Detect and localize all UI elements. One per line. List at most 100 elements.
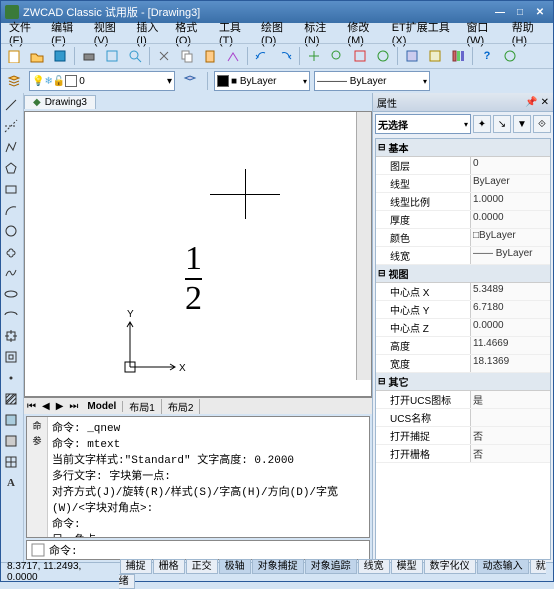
zoom-rt-icon[interactable] (326, 45, 348, 67)
prop-category[interactable]: 基本 (376, 139, 550, 157)
toolbar-1: ? (1, 43, 553, 68)
statusbar: 8.3717, 11.2493, 0.0000 捕捉栅格正交极轴对象捕捉对象追踪… (1, 562, 553, 581)
drawing-canvas[interactable]: 1 2 X Y (24, 111, 372, 397)
layer-combo[interactable]: 💡 ❄ 🔓 0 ▾ (29, 71, 175, 91)
line-icon[interactable] (1, 95, 21, 115)
tab-layout2[interactable]: 布局2 (162, 399, 201, 414)
menubar: 文件(F)编辑(E)视图(V)插入(I)格式(O)工具(T)绘图(D)标注(N)… (1, 23, 553, 43)
layout-tabs: ⏮ ◀ ▶ ⏭ Model 布局1 布局2 (24, 397, 372, 414)
status-toggle[interactable]: 极轴 (219, 559, 251, 574)
print-preview-icon[interactable] (101, 45, 123, 67)
undo-icon[interactable] (251, 45, 273, 67)
mtext-icon[interactable]: A (1, 473, 21, 493)
status-toggle[interactable]: 对象追踪 (305, 559, 357, 574)
tab-layout1[interactable]: 布局1 (123, 399, 162, 414)
arc-icon[interactable] (1, 200, 21, 220)
redo-icon[interactable] (274, 45, 296, 67)
refresh-icon[interactable] (499, 45, 521, 67)
ellipse-icon[interactable] (1, 284, 21, 304)
ucs-icon: X Y (115, 302, 195, 385)
pan-icon[interactable] (303, 45, 325, 67)
status-toggle[interactable]: 栅格 (153, 559, 185, 574)
find-icon[interactable] (124, 45, 146, 67)
draw-toolbar: A (1, 93, 24, 562)
prop-row[interactable]: 中心点 X5.3489 (376, 283, 550, 301)
circle-icon[interactable] (1, 221, 21, 241)
status-toggle[interactable]: 正交 (186, 559, 218, 574)
properties-title: 属性 (377, 95, 397, 110)
prop-category[interactable]: 视图 (376, 265, 550, 283)
status-toggle[interactable]: 对象捕捉 (252, 559, 304, 574)
help-icon[interactable]: ? (476, 45, 498, 67)
scrollbar-v[interactable] (356, 112, 371, 380)
hatch-icon[interactable] (1, 389, 21, 409)
toggle-val-icon[interactable]: ⟐ (533, 115, 551, 133)
prop-row[interactable]: 打开捕捉否 (376, 427, 550, 445)
doc-tab[interactable]: ◆ Drawing3 (24, 95, 96, 109)
pick-add-icon[interactable]: ▼ (513, 115, 531, 133)
prop-row[interactable]: 打开栅格否 (376, 445, 550, 463)
tool-pal-icon[interactable] (447, 45, 469, 67)
new-icon[interactable] (3, 45, 25, 67)
pin-icon[interactable]: 📌 ✕ (525, 97, 549, 108)
point-icon[interactable] (1, 368, 21, 388)
polygon-icon[interactable] (1, 158, 21, 178)
tab-last-icon[interactable]: ⏭ (66, 401, 81, 412)
save-icon[interactable] (49, 45, 71, 67)
tab-prev-icon[interactable]: ◀ (39, 401, 53, 412)
spline-icon[interactable] (1, 263, 21, 283)
property-grid[interactable]: 基本图层0线型ByLayer线型比例1.0000厚度0.0000颜色□ByLay… (375, 138, 551, 560)
tab-next-icon[interactable]: ▶ (53, 401, 67, 412)
print-icon[interactable] (78, 45, 100, 67)
linetype-combo[interactable]: ——— ByLayer▾ (314, 71, 430, 91)
select-objects-icon[interactable]: ↘ (493, 115, 511, 133)
zoom-prev-icon[interactable] (372, 45, 394, 67)
ellipse-arc-icon[interactable] (1, 305, 21, 325)
prop-row[interactable]: 颜色□ByLayer (376, 229, 550, 247)
prop-row[interactable]: 线宽—— ByLayer (376, 247, 550, 265)
prop-row[interactable]: 图层0 (376, 157, 550, 175)
quick-select-icon[interactable]: ✦ (473, 115, 491, 133)
prop-row[interactable]: 厚度0.0000 (376, 211, 550, 229)
open-icon[interactable] (26, 45, 48, 67)
prop-category[interactable]: 其它 (376, 373, 550, 391)
prop-row[interactable]: 高度11.4669 (376, 337, 550, 355)
gradient-icon[interactable] (1, 410, 21, 430)
svg-text:X: X (179, 363, 186, 374)
match-icon[interactable] (222, 45, 244, 67)
cut-icon[interactable] (153, 45, 175, 67)
status-toggle[interactable]: 动态输入 (477, 559, 529, 574)
prop-row[interactable]: 中心点 Z0.0000 (376, 319, 550, 337)
layer-bulb-icon: 💡 (32, 76, 44, 87)
rectangle-icon[interactable] (1, 179, 21, 199)
insert-block-icon[interactable] (1, 326, 21, 346)
command-prompt: 命令: (49, 542, 78, 558)
layer-mgr-icon[interactable] (3, 70, 25, 92)
status-toggle[interactable]: 模型 (391, 559, 423, 574)
prop-row[interactable]: 打开UCS图标是 (376, 391, 550, 409)
prop-row[interactable]: 线型比例1.0000 (376, 193, 550, 211)
xline-icon[interactable] (1, 116, 21, 136)
properties-icon[interactable] (401, 45, 423, 67)
prop-row[interactable]: 宽度18.1369 (376, 355, 550, 373)
selection-combo[interactable]: 无选择▾ (375, 114, 471, 134)
paste-icon[interactable] (199, 45, 221, 67)
revcloud-icon[interactable] (1, 242, 21, 262)
layer-prev-icon[interactable] (179, 70, 201, 92)
prop-row[interactable]: 中心点 Y6.7180 (376, 301, 550, 319)
copy-icon[interactable] (176, 45, 198, 67)
pline-icon[interactable] (1, 137, 21, 157)
status-toggle[interactable]: 线宽 (358, 559, 390, 574)
region-icon[interactable] (1, 431, 21, 451)
prop-row[interactable]: UCS名称 (376, 409, 550, 427)
status-toggle[interactable]: 数字化仪 (424, 559, 476, 574)
make-block-icon[interactable] (1, 347, 21, 367)
tab-first-icon[interactable]: ⏮ (24, 401, 39, 412)
color-combo[interactable]: ■ ByLayer▾ (214, 71, 310, 91)
zoom-win-icon[interactable] (349, 45, 371, 67)
table-icon[interactable] (1, 452, 21, 472)
prop-row[interactable]: 线型ByLayer (376, 175, 550, 193)
designcenter-icon[interactable] (424, 45, 446, 67)
status-toggle[interactable]: 捕捉 (120, 559, 152, 574)
tab-model[interactable]: Model (81, 401, 123, 412)
